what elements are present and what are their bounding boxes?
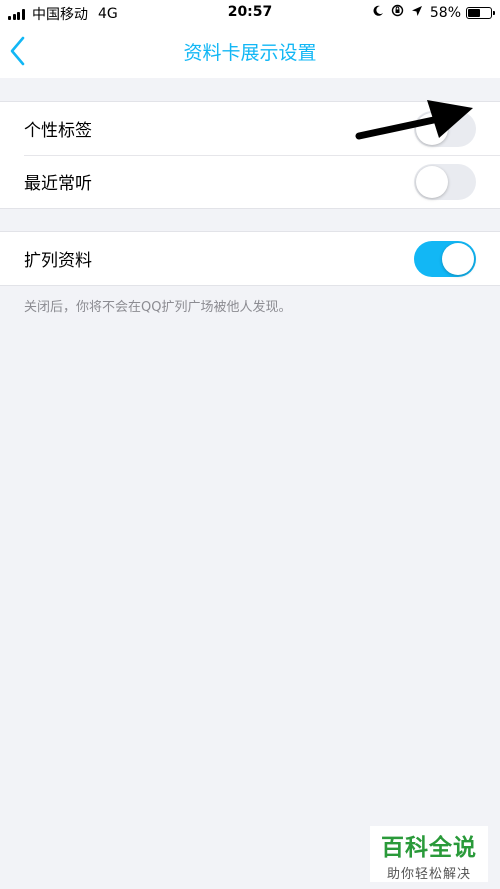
expand-profile-toggle[interactable]	[414, 241, 476, 277]
setting-label: 扩列资料	[24, 251, 92, 271]
page-title: 资料卡展示设置	[183, 42, 317, 64]
setting-row-recently-listened: 最近常听	[0, 155, 500, 208]
watermark-title: 百科全说	[381, 835, 477, 861]
battery-icon	[466, 6, 495, 19]
moon-icon	[372, 5, 384, 21]
status-right: 58%	[365, 4, 495, 21]
status-bar: 中国移动 4G 20:57 58%	[0, 0, 500, 26]
annotation-arrow	[355, 100, 473, 140]
watermark-subtitle: 助你轻松解决	[386, 867, 471, 882]
setting-label: 个性标签	[24, 121, 92, 141]
watermark: 百科全说 助你轻松解决	[370, 826, 488, 882]
orientation-lock-icon	[391, 4, 404, 21]
section-footnote: 关闭后，你将不会在QQ扩列广场被他人发现。	[24, 300, 292, 315]
setting-label: 最近常听	[24, 174, 92, 194]
setting-row-expand-profile: 扩列资料	[0, 232, 500, 285]
battery-percent: 58%	[429, 4, 461, 21]
recently-listened-toggle[interactable]	[414, 164, 476, 200]
settings-group-2: 扩列资料	[0, 231, 500, 286]
nav-bar: 资料卡展示设置	[0, 26, 500, 78]
location-icon	[411, 5, 423, 21]
